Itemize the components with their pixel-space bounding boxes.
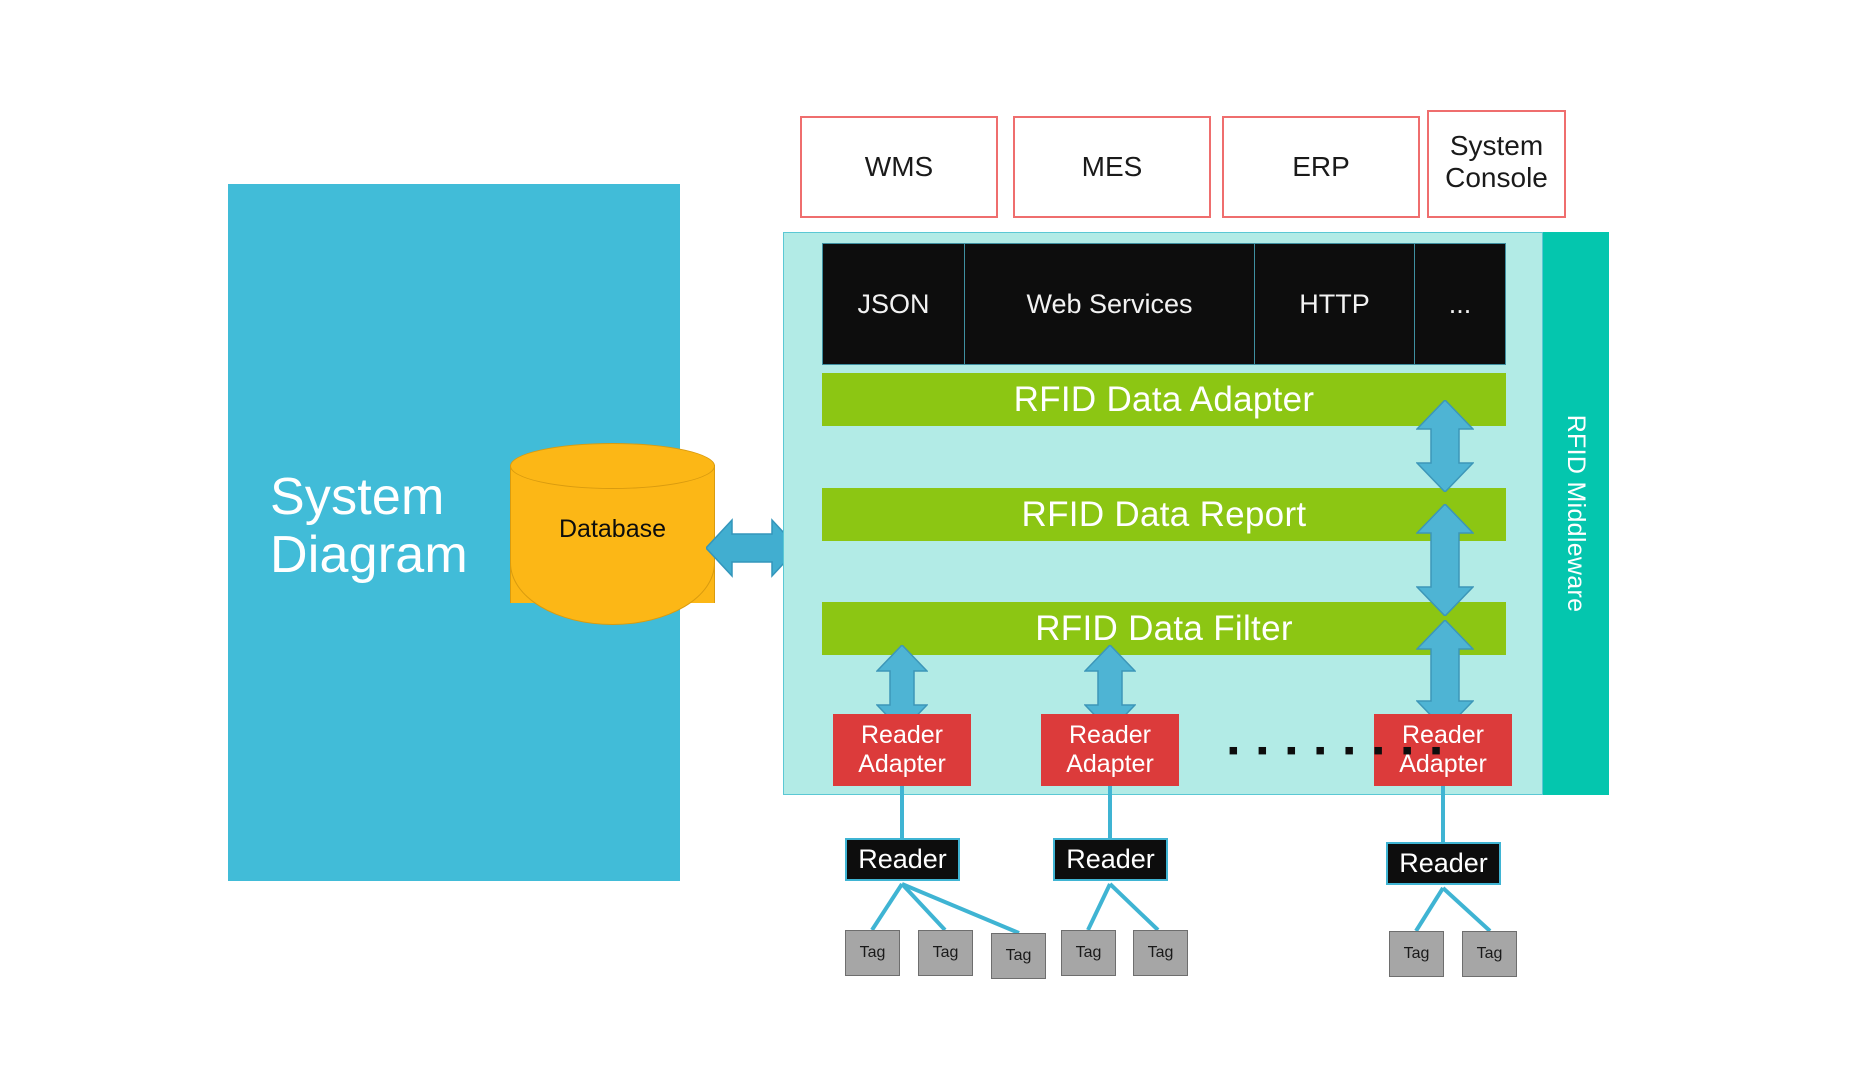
database-cylinder-top [510,443,715,489]
reader-adapter-2-line2: Adapter [1066,750,1154,778]
protocol-cell-http[interactable]: HTTP [1255,244,1415,364]
diagram-canvas: System Diagram Database WMS MES ERP Syst… [0,0,1853,1068]
protocol-cell-http-label: HTTP [1299,288,1370,319]
layer-rfid-data-report[interactable]: RFID Data Report [822,488,1506,541]
tag-1-1-label: Tag [859,944,886,961]
rfid-middleware-sidebar: RFID Middleware [1543,232,1609,795]
reader-adapter-2[interactable]: Reader Adapter [1041,714,1179,786]
layer-rfid-data-filter-label: RFID Data Filter [1035,608,1293,648]
system-diagram-title: System Diagram [270,468,500,584]
tag-2-2-label: Tag [1147,944,1174,961]
reader-adapter-2-line1: Reader [1069,720,1151,749]
app-box-mes[interactable]: MES [1013,116,1211,218]
app-box-erp[interactable]: ERP [1222,116,1420,218]
reader-3-label: Reader [1399,848,1488,878]
reader-adapter-1[interactable]: Reader Adapter [833,714,971,786]
database-cylinder-bottom [510,563,715,625]
reader-adapter-1-line1: Reader [861,720,943,749]
reader-2[interactable]: Reader [1053,838,1168,881]
protocol-cell-json-label: JSON [857,288,930,319]
arrow-report-filter [1416,504,1474,616]
layer-rfid-data-adapter-label: RFID Data Adapter [1013,379,1315,419]
protocol-cell-web-services-label: Web Services [1026,288,1193,319]
app-box-wms[interactable]: WMS [800,116,998,218]
layer-rfid-data-adapter[interactable]: RFID Data Adapter [822,373,1506,426]
database-label: Database [558,515,667,543]
protocol-cell-json[interactable]: JSON [823,244,965,364]
protocol-cell-more-label: ... [1448,288,1472,319]
tag-2-1[interactable]: Tag [1061,930,1116,976]
tag-3-2[interactable]: Tag [1462,931,1517,977]
system-diagram-title-line1: System [270,468,445,526]
database-cylinder: Database [510,443,717,625]
tag-1-3-label: Tag [1005,947,1032,964]
app-box-system-console[interactable]: System Console [1427,110,1566,218]
app-box-system-console-line2: Console [1445,162,1548,194]
reader-1-label: Reader [858,844,947,874]
tag-1-2[interactable]: Tag [918,930,973,976]
reader-adapter-1-line2: Adapter [858,750,946,778]
reader-3[interactable]: Reader [1386,842,1501,885]
tag-2-2[interactable]: Tag [1133,930,1188,976]
app-box-system-console-line1: System [1449,130,1544,161]
tag-3-1[interactable]: Tag [1389,931,1444,977]
app-box-erp-label: ERP [1292,150,1350,182]
app-box-mes-label: MES [1081,150,1143,182]
layer-rfid-data-report-label: RFID Data Report [1021,494,1307,534]
reader-adapter-ellipsis: ▪ ▪ ▪ ▪ ▪ ▪ ▪ ▪ [1228,734,1447,767]
reader-2-label: Reader [1066,844,1155,874]
tag-1-3[interactable]: Tag [991,933,1046,979]
protocol-strip: JSON Web Services HTTP ... [822,243,1506,365]
reader-1[interactable]: Reader [845,838,960,881]
tag-1-1[interactable]: Tag [845,930,900,976]
protocol-cell-web-services[interactable]: Web Services [965,244,1255,364]
tag-2-1-label: Tag [1075,944,1102,961]
tag-3-2-label: Tag [1476,945,1503,962]
system-diagram-title-line2: Diagram [270,526,468,585]
arrow-adapter-report [1416,400,1474,492]
app-box-wms-label: WMS [864,150,934,182]
tag-1-2-label: Tag [932,944,959,961]
protocol-cell-more[interactable]: ... [1415,244,1505,364]
tag-3-1-label: Tag [1403,945,1430,962]
rfid-middleware-sidebar-label: RFID Middleware [1562,414,1591,613]
